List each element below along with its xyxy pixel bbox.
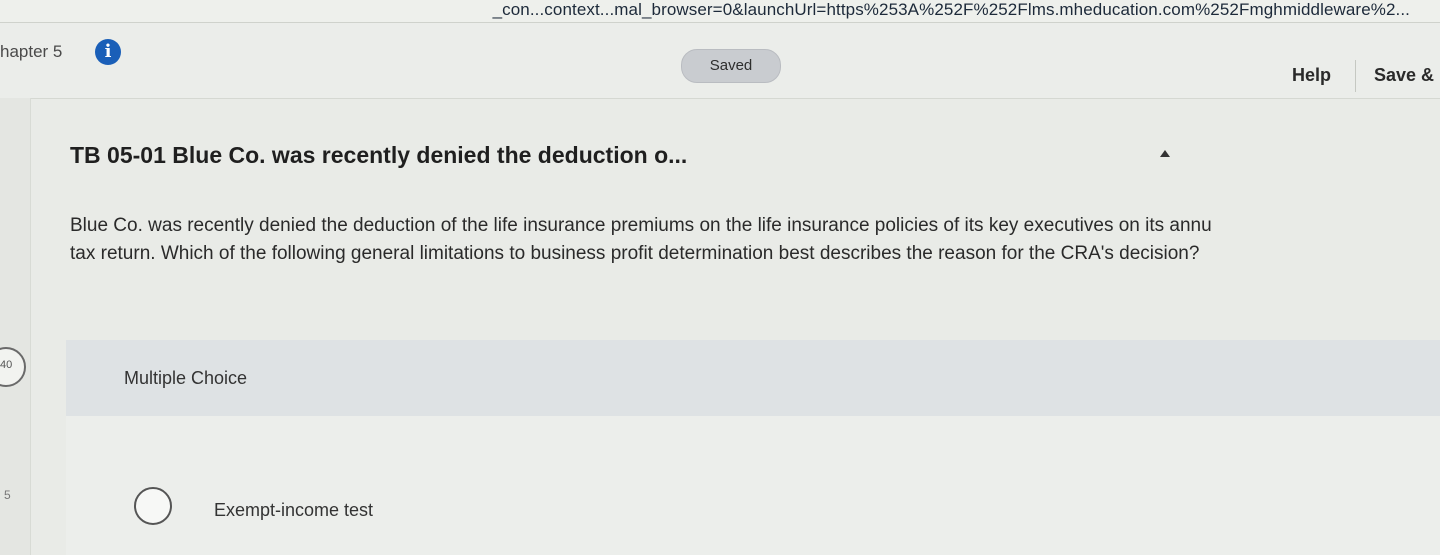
question-type-band xyxy=(66,340,1440,416)
browser-address-bar[interactable]: _con...context...mal_browser=0&launchUrl… xyxy=(0,0,1440,23)
question-text-line-2: tax return. Which of the following gener… xyxy=(70,243,1200,264)
header-divider xyxy=(1355,60,1356,92)
question-text: Blue Co. was recently denied the deducti… xyxy=(70,212,1440,268)
address-url[interactable]: _con...context...mal_browser=0&launchUrl… xyxy=(493,0,1410,20)
chevron-up-icon[interactable] xyxy=(1160,150,1170,157)
choice-radio-button[interactable] xyxy=(134,487,172,525)
choice-label[interactable]: Exempt-income test xyxy=(214,500,373,521)
info-icon[interactable]: i xyxy=(95,39,121,65)
saved-status-badge: Saved xyxy=(681,49,781,83)
points-value: 40 xyxy=(0,359,13,371)
question-title: TB 05-01 Blue Co. was recently denied th… xyxy=(70,142,688,168)
help-button[interactable]: Help xyxy=(1292,65,1331,86)
question-text-line-1: Blue Co. was recently denied the deducti… xyxy=(70,215,1212,236)
save-exit-button[interactable]: Save & xyxy=(1374,65,1434,86)
chapter-title: hapter 5 xyxy=(0,42,63,61)
answer-choices-area xyxy=(66,416,1440,555)
rail-marker: 5 xyxy=(4,488,11,502)
question-type-label: Multiple Choice xyxy=(124,368,248,388)
question-nav-rail xyxy=(0,98,31,555)
